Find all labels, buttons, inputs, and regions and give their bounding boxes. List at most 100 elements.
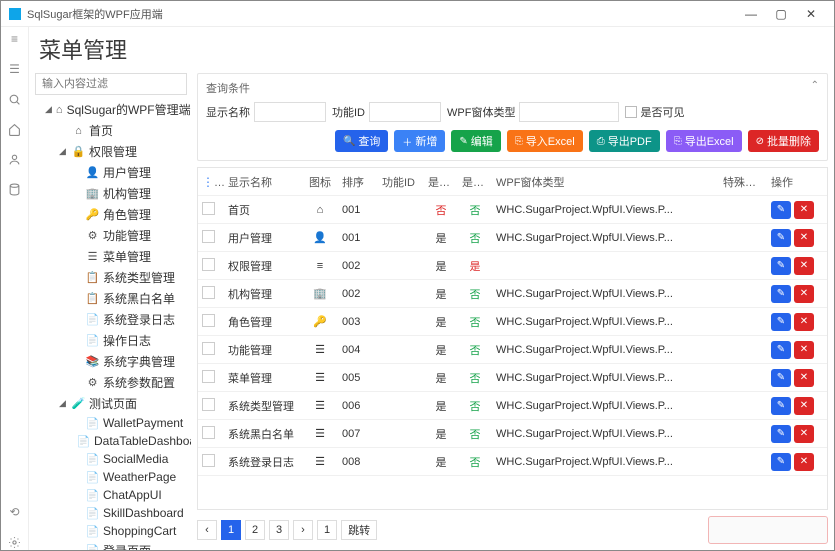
row-checkbox[interactable] — [202, 370, 215, 383]
tree-icon: ☰ — [86, 250, 99, 263]
row-edit-button[interactable]: ✎ — [771, 285, 791, 303]
row-delete-button[interactable]: ✕ — [794, 425, 814, 443]
tree-label: 用户管理 — [103, 164, 151, 181]
export-excel-button[interactable]: ⎘导出Excel — [666, 130, 742, 152]
cell-op: ✎✕ — [767, 365, 827, 391]
row-delete-button[interactable]: ✕ — [794, 313, 814, 331]
page-prev[interactable]: ‹ — [197, 520, 217, 540]
row-edit-button[interactable]: ✎ — [771, 229, 791, 247]
row-edit-button[interactable]: ✎ — [771, 313, 791, 331]
search-icon[interactable] — [7, 91, 23, 107]
tree-perm-2[interactable]: 🔑角色管理 — [35, 204, 187, 225]
tree-label: 权限管理 — [89, 143, 137, 160]
edit-button[interactable]: ✎编辑 — [451, 130, 500, 152]
back-icon[interactable]: ⟲ — [7, 504, 23, 520]
list-icon[interactable]: ☰ — [7, 61, 23, 77]
row-delete-button[interactable]: ✕ — [794, 285, 814, 303]
row-checkbox[interactable] — [202, 426, 215, 439]
table-row[interactable]: 用户管理👤001是否WHC.SugarProject.WpfUI.Views.P… — [198, 224, 827, 252]
db-icon[interactable] — [7, 181, 23, 197]
tree-search-input[interactable] — [35, 73, 187, 95]
row-edit-button[interactable]: ✎ — [771, 341, 791, 359]
filter-input-func[interactable] — [369, 102, 441, 122]
row-edit-button[interactable]: ✎ — [771, 201, 791, 219]
tree-perm-10[interactable]: ⚙系统参数配置 — [35, 372, 187, 393]
page-input[interactable]: 1 — [317, 520, 337, 540]
tree-perm-1[interactable]: 🏢机构管理 — [35, 183, 187, 204]
tree-test-5[interactable]: 📄SkillDashboard — [35, 504, 187, 522]
row-checkbox[interactable] — [202, 286, 215, 299]
filter-input-name[interactable] — [254, 102, 326, 122]
row-edit-button[interactable]: ✎ — [771, 453, 791, 471]
tree-test-2[interactable]: 📄SocialMedia — [35, 450, 187, 468]
row-delete-button[interactable]: ✕ — [794, 397, 814, 415]
row-delete-button[interactable]: ✕ — [794, 229, 814, 247]
tree-perm[interactable]: ◢🔒权限管理 — [35, 141, 187, 162]
tree-perm-3[interactable]: ⚙功能管理 — [35, 225, 187, 246]
menu-icon[interactable]: ≡ — [7, 31, 23, 47]
export-pdf-button[interactable]: ⎙导出PDF — [589, 130, 660, 152]
table-row[interactable]: 系统黑白名单☰007是否WHC.SugarProject.WpfUI.Views… — [198, 420, 827, 448]
grid-icon[interactable]: ⋮⋮⋮ — [202, 175, 224, 189]
page-jump[interactable]: 跳转 — [341, 520, 377, 540]
row-edit-button[interactable]: ✎ — [771, 397, 791, 415]
tree-test-7[interactable]: 📄登录页面 — [35, 540, 187, 550]
table-row[interactable]: 机构管理🏢002是否WHC.SugarProject.WpfUI.Views.P… — [198, 280, 827, 308]
table-row[interactable]: 首页⌂001否否WHC.SugarProject.WpfUI.Views.P..… — [198, 196, 827, 224]
table-row[interactable]: 系统类型管理☰006是否WHC.SugarProject.WpfUI.Views… — [198, 392, 827, 420]
row-checkbox[interactable] — [202, 314, 215, 327]
row-checkbox[interactable] — [202, 454, 215, 467]
cell-tag — [719, 458, 767, 466]
collapse-icon[interactable]: ⌃ — [811, 80, 819, 96]
row-checkbox[interactable] — [202, 230, 215, 243]
row-delete-button[interactable]: ✕ — [794, 453, 814, 471]
tree-perm-8[interactable]: 📄操作日志 — [35, 330, 187, 351]
tree-perm-5[interactable]: 📋系统类型管理 — [35, 267, 187, 288]
filter-check-visible[interactable]: 是否可见 — [625, 104, 684, 120]
tree-perm-0[interactable]: 👤用户管理 — [35, 162, 187, 183]
tree-test-6[interactable]: 📄ShoppingCart — [35, 522, 187, 540]
row-checkbox[interactable] — [202, 342, 215, 355]
search-button[interactable]: 🔍查询 — [335, 130, 388, 152]
maximize-button[interactable]: ▢ — [766, 7, 796, 21]
row-delete-button[interactable]: ✕ — [794, 369, 814, 387]
row-checkbox[interactable] — [202, 398, 215, 411]
page-2[interactable]: 2 — [245, 520, 265, 540]
home-icon[interactable] — [7, 121, 23, 137]
user-icon[interactable] — [7, 151, 23, 167]
tree-perm-7[interactable]: 📄系统登录日志 — [35, 309, 187, 330]
settings-icon[interactable] — [7, 534, 23, 550]
add-button[interactable]: ＋新增 — [394, 130, 445, 152]
tree-test-4[interactable]: 📄ChatAppUI — [35, 486, 187, 504]
row-delete-button[interactable]: ✕ — [794, 201, 814, 219]
tree-test-3[interactable]: 📄WeatherPage — [35, 468, 187, 486]
row-checkbox[interactable] — [202, 202, 215, 215]
table-row[interactable]: 菜单管理☰005是否WHC.SugarProject.WpfUI.Views.P… — [198, 364, 827, 392]
close-button[interactable]: ✕ — [796, 7, 826, 21]
tree-test-0[interactable]: 📄WalletPayment — [35, 414, 187, 432]
tree-test-1[interactable]: 📄DataTableDashboa — [35, 432, 187, 450]
tree-root[interactable]: ◢⌂SqlSugar的WPF管理端 — [35, 99, 187, 120]
row-edit-button[interactable]: ✎ — [771, 257, 791, 275]
page-1[interactable]: 1 — [221, 520, 241, 540]
table-row[interactable]: 权限管理≡002是是✎✕ — [198, 252, 827, 280]
row-checkbox[interactable] — [202, 258, 215, 271]
row-delete-button[interactable]: ✕ — [794, 257, 814, 275]
table-row[interactable]: 角色管理🔑003是否WHC.SugarProject.WpfUI.Views.P… — [198, 308, 827, 336]
page-next[interactable]: › — [293, 520, 313, 540]
row-edit-button[interactable]: ✎ — [771, 369, 791, 387]
tree-perm-9[interactable]: 📚系统字典管理 — [35, 351, 187, 372]
batch-delete-button[interactable]: ⊘批量删除 — [748, 130, 819, 152]
import-excel-button[interactable]: ⎘导入Excel — [507, 130, 583, 152]
minimize-button[interactable]: — — [736, 7, 766, 21]
table-row[interactable]: 系统登录日志☰008是否WHC.SugarProject.WpfUI.Views… — [198, 448, 827, 476]
tree-perm-6[interactable]: 📋系统黑白名单 — [35, 288, 187, 309]
filter-input-type[interactable] — [519, 102, 619, 122]
table-row[interactable]: 功能管理☰004是否WHC.SugarProject.WpfUI.Views.P… — [198, 336, 827, 364]
row-delete-button[interactable]: ✕ — [794, 341, 814, 359]
page-3[interactable]: 3 — [269, 520, 289, 540]
tree-test[interactable]: ◢🧪测试页面 — [35, 393, 187, 414]
row-edit-button[interactable]: ✎ — [771, 425, 791, 443]
tree-home[interactable]: ⌂首页 — [35, 120, 187, 141]
tree-perm-4[interactable]: ☰菜单管理 — [35, 246, 187, 267]
